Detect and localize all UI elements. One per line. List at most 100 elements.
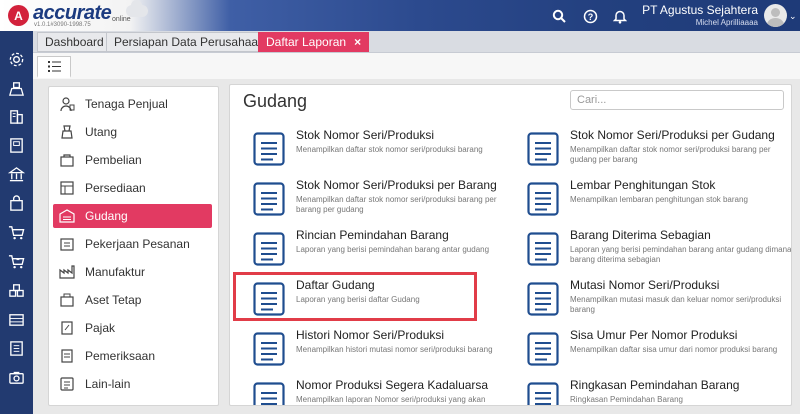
report-panel: Gudang Stok Nomor Seri/Produksi Menampilk… xyxy=(229,84,792,406)
report-title: Nomor Produksi Segera Kadaluarsa xyxy=(296,378,489,392)
sidebar-item-gudang[interactable]: Gudang xyxy=(53,204,212,228)
report-title: Lembar Penghitungan Stok xyxy=(570,178,716,192)
search-input[interactable] xyxy=(570,90,784,110)
report-title: Stok Nomor Seri/Produksi xyxy=(296,128,435,142)
sidebar-item-label: Aset Tetap xyxy=(85,293,142,307)
cart-plus-icon[interactable] xyxy=(7,252,26,271)
report-document-icon xyxy=(253,132,285,166)
report-title: Rincian Pemindahan Barang xyxy=(296,228,449,242)
bank-icon[interactable] xyxy=(7,165,26,184)
report-title: Ringkasan Pemindahan Barang xyxy=(570,378,740,392)
tab-dashboard[interactable]: Dashboard xyxy=(37,32,112,52)
building-icon[interactable] xyxy=(7,107,26,126)
sidebar-item-label: Tenaga Penjual xyxy=(85,97,168,111)
report-item[interactable]: Stok Nomor Seri/Produksi per Gudang Menam… xyxy=(527,128,787,176)
settings-icon[interactable] xyxy=(7,50,26,69)
report-description: Menampilkan laporan Nomor seri/produksi … xyxy=(296,395,486,404)
logo-online-label: online xyxy=(112,16,131,23)
report-document-icon xyxy=(527,332,559,366)
report-item[interactable]: Stok Nomor Seri/Produksi Menampilkan daft… xyxy=(253,128,513,176)
report-description: Laporan yang berisi pemindahan barang an… xyxy=(296,245,490,254)
report-description: Menampilkan daftar stok nomor seri/produ… xyxy=(570,145,771,164)
report-description: Menampilkan daftar sisa umur dari nomor … xyxy=(570,345,778,354)
cashier-icon[interactable] xyxy=(7,79,26,98)
asset-icon xyxy=(58,291,76,309)
inventory-icon[interactable] xyxy=(7,281,26,300)
report-category-sidebar: Tenaga Penjual Utang Pembelian Persediaa… xyxy=(48,86,219,406)
sidebar-item-aset-tetap[interactable]: Aset Tetap xyxy=(53,288,212,312)
report-item[interactable]: Barang Diterima Sebagian Laporan yang ber… xyxy=(527,228,791,276)
report-description: Menampilkan mutasi masuk dan keluar nomo… xyxy=(570,295,782,314)
report-item[interactable]: Histori Nomor Seri/Produksi Menampilkan h… xyxy=(253,328,513,376)
sidebar-item-persediaan[interactable]: Persediaan xyxy=(53,176,212,200)
sidebar-item-label: Persediaan xyxy=(85,181,146,195)
sidebar-item-label: Pekerjaan Pesanan xyxy=(85,237,190,251)
factory-icon xyxy=(58,263,76,281)
avatar[interactable] xyxy=(764,4,787,27)
tab-daftar-laporan[interactable]: Daftar Laporan × xyxy=(258,32,370,52)
cart-icon[interactable] xyxy=(7,223,26,242)
bell-icon[interactable] xyxy=(611,7,629,25)
report-title: Sisa Umur Per Nomor Produksi xyxy=(570,328,738,342)
chevron-down-icon[interactable]: ⌄ xyxy=(789,11,797,22)
shopping-bag-icon[interactable] xyxy=(7,194,26,213)
company-name: PT Agustus Sejahtera xyxy=(642,3,758,17)
tab-persiapan-data[interactable]: Persiapan Data Perusahaan xyxy=(106,32,273,52)
report-document-icon xyxy=(527,132,559,166)
report-document-icon xyxy=(527,382,559,405)
report-document-icon xyxy=(527,232,559,266)
help-icon[interactable]: ? xyxy=(581,7,599,25)
report-item[interactable]: Ringkasan Pemindahan Barang Ringkasan Pem… xyxy=(527,378,787,405)
svg-text:?: ? xyxy=(587,12,593,22)
report-item[interactable]: Rincian Pemindahan Barang Laporan yang be… xyxy=(253,228,513,276)
sidebar-item-label: Manufaktur xyxy=(85,265,146,279)
sidebar-item-utang[interactable]: Utang xyxy=(53,120,212,144)
report-title: Mutasi Nomor Seri/Produksi xyxy=(570,278,720,292)
sidebar-item-lain-lain[interactable]: Lain-lain xyxy=(53,372,212,396)
warehouse-icon xyxy=(58,207,76,225)
camera-icon[interactable] xyxy=(7,368,26,387)
money-bag-icon xyxy=(58,123,76,141)
report-item[interactable]: Stok Nomor Seri/Produksi per Barang Menam… xyxy=(253,178,513,226)
sidebar-item-manufaktur[interactable]: Manufaktur xyxy=(53,260,212,284)
sidebar-item-pemeriksaan[interactable]: Pemeriksaan xyxy=(53,344,212,368)
sidebar-item-label: Lain-lain xyxy=(85,377,131,391)
page-title: Gudang xyxy=(243,91,308,111)
list-view-button[interactable] xyxy=(37,56,71,78)
search-icon[interactable] xyxy=(550,7,568,25)
report-title: Barang Diterima Sebagian xyxy=(570,228,711,242)
user-name: Michel Aprilliaaaa xyxy=(695,18,758,27)
report-description: Menampilkan lembaran penghitungan stok b… xyxy=(570,195,748,204)
sidebar-item-pajak[interactable]: Pajak xyxy=(53,316,212,340)
report-description: Menampilkan histori mutasi nomor seri/pr… xyxy=(296,345,493,354)
report-title: Stok Nomor Seri/Produksi per Barang xyxy=(296,178,497,192)
left-nav xyxy=(0,31,33,414)
report-description: Menampilkan daftar stok nomor seri/produ… xyxy=(296,195,497,214)
sidebar-item-label: Gudang xyxy=(85,209,128,223)
toolbar xyxy=(33,53,800,79)
logo-icon: A xyxy=(8,5,29,26)
report-item[interactable]: Sisa Umur Per Nomor Produksi Menampilkan … xyxy=(527,328,787,376)
company-info[interactable]: PT Agustus Sejahtera Michel Aprilliaaaa xyxy=(642,3,758,27)
sidebar-item-label: Pembelian xyxy=(85,153,142,167)
close-icon[interactable]: × xyxy=(354,35,361,49)
sidebar-item-label: Pajak xyxy=(85,321,116,335)
report-document-icon xyxy=(253,382,285,405)
tab-label: Persiapan Data Perusahaan xyxy=(114,35,265,49)
report-document-icon xyxy=(253,182,285,216)
sidebar-item-label: Pemeriksaan xyxy=(85,349,156,363)
highlight-box xyxy=(233,272,477,321)
sidebar-item-pembelian[interactable]: Pembelian xyxy=(53,148,212,172)
report-item[interactable]: Mutasi Nomor Seri/Produksi Menampilkan mu… xyxy=(527,278,787,326)
report-title: Stok Nomor Seri/Produksi per Gudang xyxy=(570,128,775,142)
job-order-icon xyxy=(58,235,76,253)
report-item[interactable]: Nomor Produksi Segera Kadaluarsa Menampil… xyxy=(253,378,513,405)
sidebar-item-pekerjaan-pesanan[interactable]: Pekerjaan Pesanan xyxy=(53,232,212,256)
report-item[interactable]: Lembar Penghitungan Stok Menampilkan lemb… xyxy=(527,178,787,226)
ledger-icon[interactable] xyxy=(7,136,26,155)
sidebar-item-tenaga-penjual[interactable]: Tenaga Penjual xyxy=(53,92,212,116)
version-label: v1.0.1#3090-1998.75 xyxy=(34,22,91,28)
report-list-icon[interactable] xyxy=(7,339,26,358)
warehouse-icon[interactable] xyxy=(7,310,26,329)
misc-list-icon xyxy=(58,375,76,393)
